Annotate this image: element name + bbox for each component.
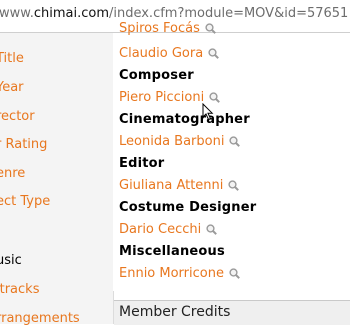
magnifier-icon[interactable] — [208, 48, 220, 59]
credit-heading-composer: Composer — [119, 68, 194, 83]
url-prefix: www. — [0, 6, 34, 21]
magnifier-icon[interactable] — [228, 180, 240, 191]
credit-person-partial[interactable]: Spiros Focás — [119, 21, 216, 36]
credit-person-name: Giuliana Attenni — [119, 178, 224, 193]
credit-person-name: Ennio Morricone — [119, 266, 224, 281]
sidebar-item-director[interactable]: rector — [0, 109, 35, 124]
credit-heading-cinematographer: Cinematographer — [119, 112, 250, 127]
url-path: /index.cfm?module=MOV&id=57651 — [108, 6, 349, 21]
credit-person-name: Leonida Barboni — [119, 134, 225, 149]
credit-person[interactable]: Claudio Gora — [119, 46, 220, 61]
sidebar-item-genre[interactable]: enre — [0, 166, 25, 181]
url-text[interactable]: www.chimai.com/index.cfm?module=MOV&id=5… — [0, 6, 348, 21]
member-credits-header[interactable]: Member Credits — [114, 300, 350, 325]
sidebar-item-rating[interactable]: r Rating — [0, 137, 47, 152]
credit-heading-editor: Editor — [119, 156, 165, 171]
credit-person[interactable]: Leonida Barboni — [119, 134, 241, 149]
member-credits-label: Member Credits — [119, 304, 231, 320]
credit-heading-miscellaneous: Miscellaneous — [119, 244, 225, 259]
credit-person-name: Spiros Focás — [119, 21, 200, 36]
credits-list: Spiros Focás Claudio Gora Composer Piero… — [113, 21, 350, 291]
sidebar-item-year[interactable]: Year — [0, 80, 24, 95]
credit-person[interactable]: Ennio Morricone — [119, 266, 240, 281]
credit-person[interactable]: Dario Cecchi — [119, 222, 218, 237]
sidebar-item-soundtracks[interactable]: ltracks — [0, 282, 39, 297]
credit-person[interactable]: Giuliana Attenni — [119, 178, 240, 193]
credit-person-name: Claudio Gora — [119, 46, 204, 61]
sidebar: Title Year rector r Rating enre ect Type… — [0, 33, 114, 326]
magnifier-icon[interactable] — [229, 136, 241, 147]
credit-person-name: Piero Piccioni — [119, 90, 205, 105]
sidebar-item-music: usic — [0, 253, 22, 268]
credit-heading-costume-designer: Costume Designer — [119, 200, 257, 215]
mouse-cursor-icon — [202, 102, 214, 125]
url-host: chimai.com — [33, 6, 109, 21]
sidebar-item-type[interactable]: ect Type — [0, 194, 50, 209]
magnifier-icon[interactable] — [229, 268, 240, 279]
magnifier-icon[interactable] — [205, 23, 216, 34]
sidebar-item-title[interactable]: Title — [0, 51, 24, 66]
credit-person-name: Dario Cecchi — [119, 222, 202, 237]
magnifier-icon[interactable] — [209, 92, 221, 103]
magnifier-icon[interactable] — [206, 224, 218, 235]
